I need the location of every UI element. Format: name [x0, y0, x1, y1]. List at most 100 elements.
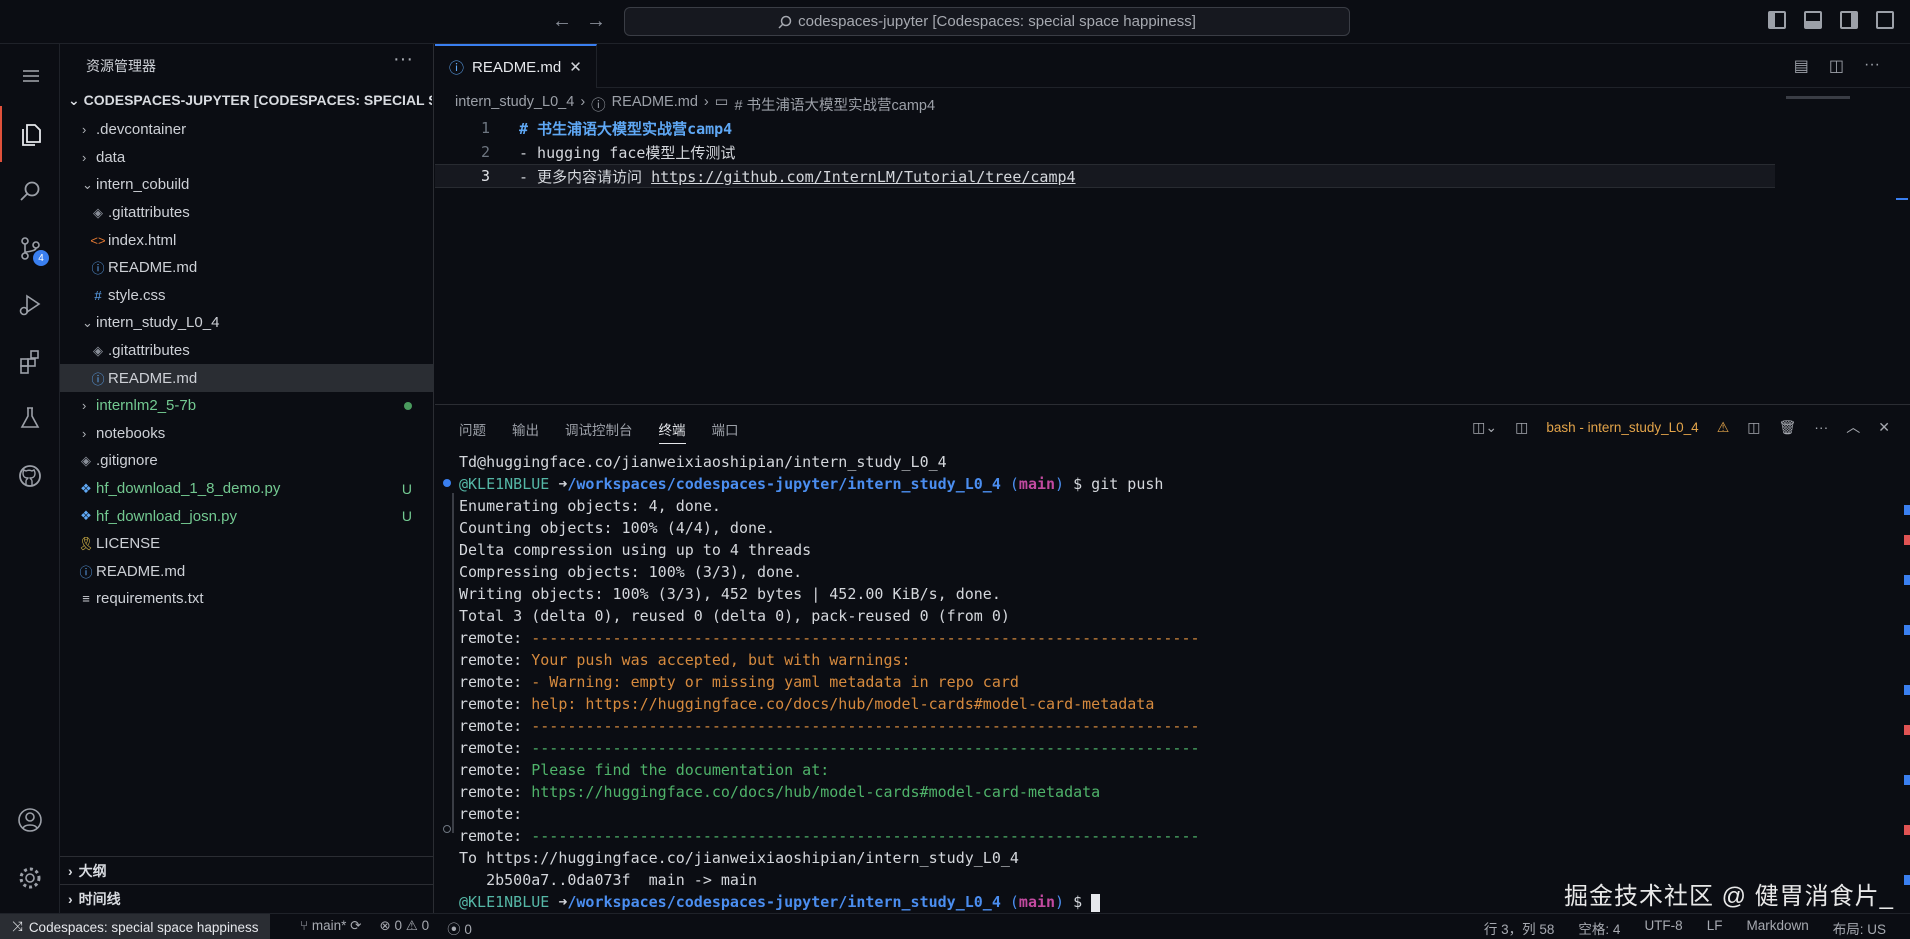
tab-problems[interactable]: 问题 [459, 419, 486, 444]
tree-item-label: README.md [96, 562, 186, 580]
extensions-icon [20, 350, 39, 374]
tree-item-requirements[interactable]: ≡ requirements.txt [60, 585, 434, 613]
tree-item-data[interactable]: › data [60, 144, 434, 172]
extensions-button[interactable] [0, 334, 60, 390]
line-text: - hugging face模型上传测试 [519, 143, 736, 162]
tab-debug-console[interactable]: 调试控制台 [565, 419, 633, 444]
terminal-scrollbar[interactable] [1898, 445, 1910, 905]
sync-icon[interactable]: ⟳ [350, 918, 361, 933]
code-view[interactable]: 1 # 书生浦语大模型实战营camp4 2 - hugging face模型上传… [435, 116, 1775, 188]
run-debug-button[interactable] [0, 276, 60, 332]
explorer-button[interactable] [0, 106, 60, 162]
tree-item-gitattributes[interactable]: ◈ .gitattributes [60, 337, 434, 365]
indentation[interactable]: 空格: 4 [1578, 918, 1620, 938]
tree-item-intern-study[interactable]: ⌄ intern_study_L0_4 [60, 309, 434, 337]
line-number: 2 [480, 143, 490, 161]
chevron-right-icon: › [82, 398, 87, 414]
remote-warning: - Warning: empty or missing yaml metadat… [531, 673, 1019, 691]
tree-item-internlm2[interactable]: › internlm2_5-7b [60, 392, 434, 420]
timeline-section[interactable]: › 时间线 [60, 884, 434, 912]
editor-tab-bar: ⓘ README.md ✕ ▤ ◫ ··· [435, 44, 1910, 88]
terminal-output[interactable]: Td@huggingface.co/jianweixiaoshipian/int… [459, 451, 1200, 913]
toggle-sidebar-icon[interactable] [1768, 11, 1786, 29]
open-preview-icon[interactable]: ▤ [1794, 56, 1809, 76]
tab-label: README.md [472, 58, 562, 76]
tab-ports[interactable]: 端口 [712, 419, 739, 444]
cursor-position[interactable]: 行 3，列 58 [1484, 918, 1555, 938]
tab-output[interactable]: 输出 [512, 419, 539, 444]
close-icon[interactable]: ✕ [569, 58, 582, 76]
line-number: 1 [480, 119, 490, 137]
tree-item-notebooks[interactable]: › notebooks [60, 420, 434, 448]
remote-indicator[interactable]: ⤨ Codespaces: special space happiness [0, 914, 271, 939]
tree-item-label: hf_download_1_8_demo.py [96, 480, 281, 498]
trash-icon[interactable]: 🗑 [1778, 419, 1796, 436]
accounts-button[interactable] [0, 792, 60, 848]
ports-indicator[interactable]: ⦿ 0 [447, 918, 472, 938]
menu-button[interactable] [0, 48, 60, 104]
tree-item-devcontainer[interactable]: › .devcontainer [60, 116, 434, 144]
toggle-panel-icon[interactable] [1804, 11, 1822, 29]
customize-layout-icon[interactable] [1876, 11, 1894, 29]
more-actions-icon[interactable]: ··· [1864, 56, 1880, 76]
branch-indicator[interactable]: ⑂ main* ⟳ [300, 918, 361, 938]
tree-item-intern-cobuild[interactable]: ⌄ intern_cobuild [60, 171, 434, 199]
maximize-icon[interactable]: ︿ [1846, 417, 1860, 437]
tab-terminal[interactable]: 终端 [658, 419, 686, 444]
back-button[interactable]: ← [552, 10, 572, 33]
tutorial-link[interactable]: https://github.com/InternLM/Tutorial/tre… [651, 168, 1075, 186]
testing-button[interactable] [0, 390, 60, 446]
problems-indicator[interactable]: ⊗ 0 ⚠ 0 [379, 918, 429, 938]
tree-item-hf-download-josn[interactable]: ❖ hf_download_josn.py U [60, 502, 434, 530]
manage-button[interactable] [0, 850, 60, 906]
terminal-line: remote: https://huggingface.co/docs/hub/… [459, 781, 1200, 803]
toggle-secondary-sidebar-icon[interactable] [1840, 11, 1858, 29]
tree-item-readme-selected[interactable]: ⓘ README.md [60, 364, 434, 392]
end-of-line[interactable]: LF [1707, 918, 1723, 938]
workspace-root[interactable]: ⌄ CODESPACES-JUPYTER [CODESPACES: SPECIA… [68, 92, 432, 109]
remote-prefix: remote: [459, 761, 532, 779]
breadcrumb-file[interactable]: README.md [612, 94, 698, 115]
file-tree: › .devcontainer › data ⌄ intern_cobuild ◈ .g… [60, 116, 434, 613]
terminal-line: remote: help: https://huggingface.co/doc… [459, 693, 1200, 715]
source-control-button[interactable]: 4 [0, 220, 60, 276]
search-button[interactable] [0, 164, 60, 220]
tab-readme[interactable]: ⓘ README.md ✕ [435, 44, 597, 88]
scroll-marker [1904, 625, 1910, 635]
outline-section[interactable]: › 大纲 [60, 856, 434, 884]
tree-item-readme-root[interactable]: ⓘ README.md [60, 558, 434, 586]
command-center[interactable]: codespaces-jupyter [Codespaces: special … [624, 7, 1350, 36]
chevron-right-icon: › [68, 862, 73, 879]
close-icon[interactable]: ✕ [1878, 419, 1890, 436]
cursor-marker [1896, 198, 1908, 200]
tree-item-hf-download-demo[interactable]: ❖ hf_download_1_8_demo.py U [60, 475, 434, 503]
minimap[interactable] [1786, 96, 1850, 99]
remote-icon: ⤨ [12, 919, 23, 934]
github-button[interactable] [0, 448, 60, 504]
split-icon[interactable]: ◫ [1747, 419, 1760, 436]
split-editor-icon[interactable]: ◫ [1829, 56, 1844, 76]
breadcrumb-symbol[interactable]: # 书生浦语大模型实战营camp4 [734, 94, 935, 115]
tree-item-style-css[interactable]: # style.css [60, 282, 434, 310]
terminal-line: remote: --------------------------------… [459, 627, 1200, 649]
code-line: 1 # 书生浦语大模型实战营camp4 [435, 116, 1775, 140]
scroll-marker [1904, 775, 1910, 785]
language-mode[interactable]: Markdown [1746, 918, 1808, 938]
tree-item-gitattributes[interactable]: ◈ .gitattributes [60, 199, 434, 227]
outline-label: 大纲 [78, 862, 107, 879]
encoding[interactable]: UTF-8 [1644, 918, 1682, 938]
tree-item-readme[interactable]: ⓘ README.md [60, 254, 434, 282]
split-terminal-icon[interactable]: ◫⌄ [1472, 419, 1497, 436]
breadcrumb-folder[interactable]: intern_study_L0_4 [455, 94, 574, 115]
terminal-name[interactable]: bash - intern_study_L0_4 [1546, 420, 1698, 435]
more-icon[interactable]: ··· [1814, 419, 1828, 435]
tree-item-index-html[interactable]: <> index.html [60, 226, 434, 254]
terminal-line: remote: - Warning: empty or missing yaml… [459, 671, 1200, 693]
tree-item-license[interactable]: 🎗 LICENSE [60, 530, 434, 558]
keyboard-layout[interactable]: 布局: US [1833, 918, 1886, 938]
explorer-more-button[interactable]: ··· [393, 48, 413, 71]
forward-button[interactable]: → [586, 10, 606, 33]
tree-item-gitignore[interactable]: ◈ .gitignore [60, 447, 434, 475]
command-success-icon [443, 479, 451, 487]
search-icon [778, 15, 792, 29]
